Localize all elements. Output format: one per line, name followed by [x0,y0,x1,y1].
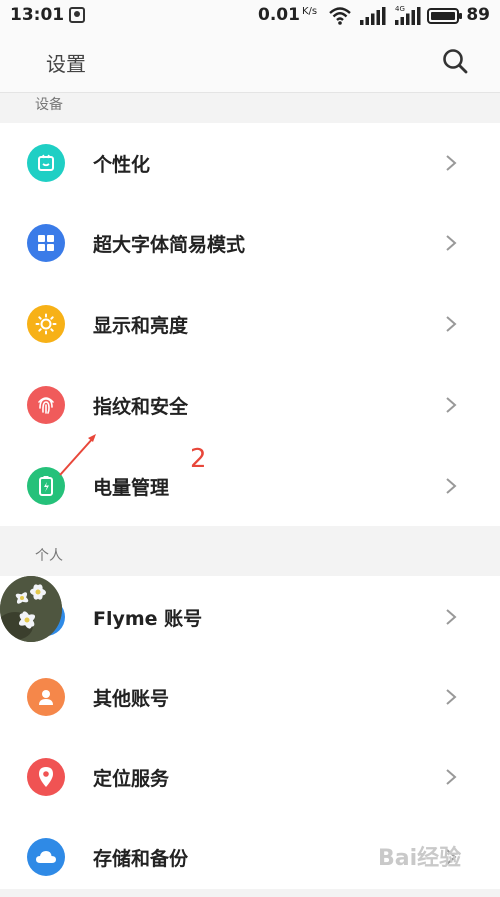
settings-item-other-accounts[interactable]: 其他账号 [0,657,500,737]
settings-item-label: 定位服务 [93,768,170,790]
settings-item-flyme-account[interactable]: Flyme 账号 [0,577,500,657]
chevron-right-icon [446,478,457,494]
settings-item-large-font[interactable]: 超大字体简易模式 [0,203,500,283]
chevron-right-icon [446,689,457,705]
personalization-icon [27,144,65,182]
chevron-right-icon [446,609,457,625]
user-icon [27,678,65,716]
battery-status-icon [427,8,462,24]
app-bar: 设置 [0,32,500,93]
status-time: 13:01 [10,5,65,25]
settings-item-location[interactable]: 定位服务 [0,737,500,817]
annotation-number: 2 [190,444,207,474]
signal-icon [360,7,386,25]
settings-item-personalization[interactable]: 个性化 [0,123,500,203]
status-bar: 13:01 0.01 K/s 4G 89 [0,0,500,32]
settings-item-label: Flyme 账号 [93,608,203,630]
grid-icon [27,224,65,262]
settings-item-label: 显示和亮度 [93,315,189,337]
chevron-right-icon [446,397,457,413]
page-title: 设置 [46,52,86,76]
location-pin-icon [27,758,65,796]
fingerprint-icon [27,386,65,424]
avatar[interactable] [0,576,62,642]
section-label-device: 设备 [35,97,63,113]
network-speed: 0.01 [258,5,300,25]
settings-item-label: 电量管理 [93,477,170,499]
search-icon[interactable] [442,48,468,74]
section-label-personal: 个人 [35,548,63,564]
chevron-right-icon [446,235,457,251]
settings-item-label: 存储和备份 [93,848,189,870]
wifi-icon [329,7,351,25]
network-speed-unit: K/s [302,6,318,17]
sun-icon [27,305,65,343]
settings-item-display[interactable]: 显示和亮度 [0,284,500,364]
battery-percent: 89 [466,5,490,25]
settings-item-label: 其他账号 [93,688,170,710]
chevron-right-icon [446,769,457,785]
chevron-right-icon [446,316,457,332]
notification-icon [69,7,85,23]
settings-item-label: 超大字体简易模式 [93,234,246,256]
cloud-icon [27,838,65,876]
signal-4g-icon: 4G [395,5,421,25]
annotation-arrow [59,434,96,476]
svg-text:4G: 4G [395,5,405,13]
settings-item-label: 个性化 [93,154,151,176]
settings-item-label: 指纹和安全 [93,396,189,418]
watermark: Bai经验 [378,846,462,871]
chevron-right-icon [446,155,457,171]
